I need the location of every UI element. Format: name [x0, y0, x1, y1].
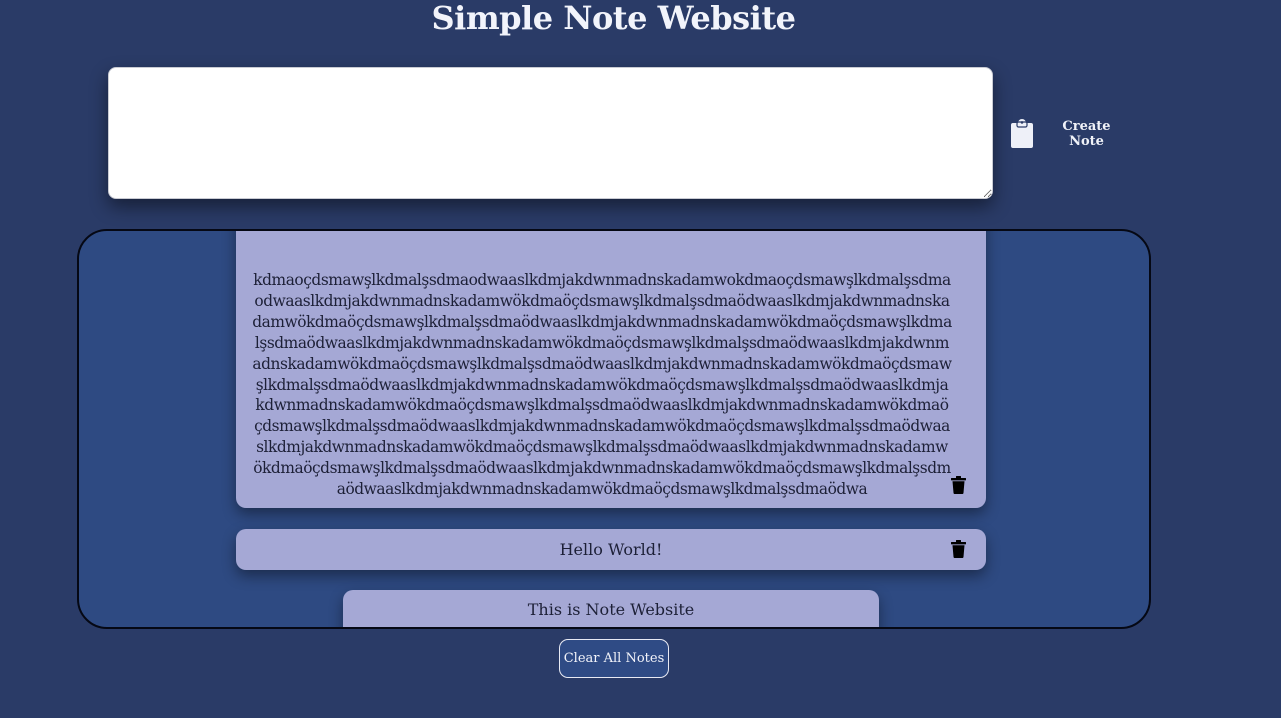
note-card: Hello World!	[236, 529, 986, 570]
note-text: kdmaoçdsmawşlkdmalşsdmaodwaaslkdmjakdwnm…	[252, 271, 952, 499]
trash-icon	[950, 540, 966, 558]
notes-container[interactable]: kdmaoçdsmawşlkdmalşsdmaodwaaslkdmjakdwnm…	[77, 229, 1151, 629]
note-card: kdmaoçdsmawşlkdmalşsdmaodwaaslkdmjakdwnm…	[236, 231, 986, 508]
create-note-label: Create Note	[1062, 119, 1111, 149]
delete-note-button[interactable]	[948, 538, 968, 560]
create-note-button[interactable]: Create Note	[1010, 118, 1130, 150]
clear-all-notes-button[interactable]: Clear All Notes	[559, 639, 669, 678]
note-text: This is Note Website	[527, 600, 695, 619]
trash-icon	[950, 476, 966, 494]
delete-note-button[interactable]	[948, 474, 968, 496]
page-title: Simple Note Website	[431, 0, 796, 37]
note-card: This is Note Website	[343, 590, 879, 627]
note-text: Hello World!	[559, 540, 663, 559]
note-textarea[interactable]	[108, 67, 993, 199]
clipboard-icon	[1010, 119, 1034, 149]
